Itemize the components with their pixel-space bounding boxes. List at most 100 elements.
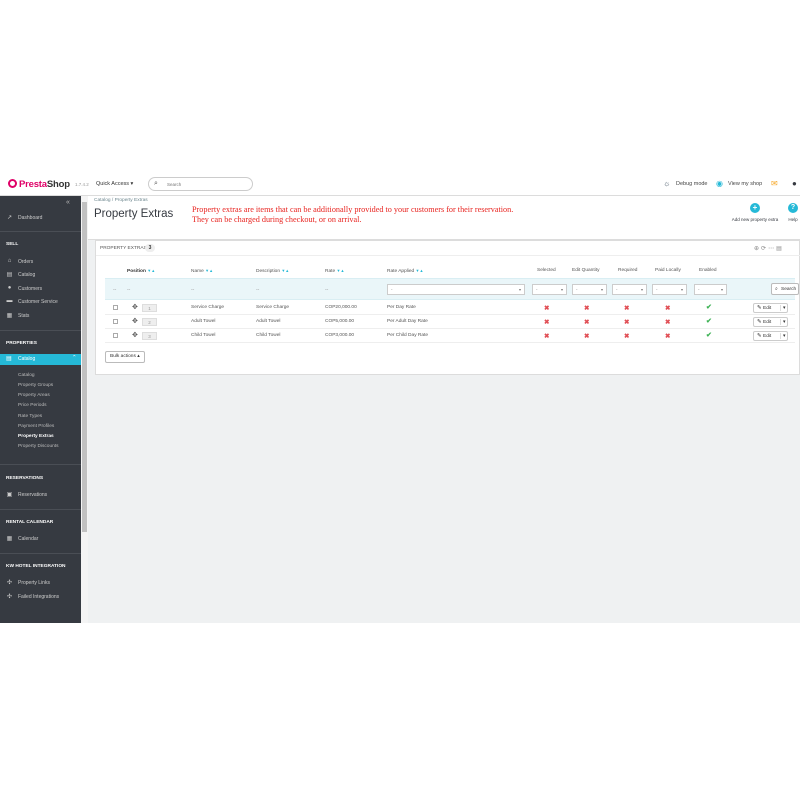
disabled-x-icon[interactable]: ✖ [544,318,549,326]
row-checkbox[interactable] [113,319,118,324]
table-row[interactable]: ✥ 2 Adult Towel Adult Towel COP5,000.00 … [105,315,795,329]
selected-filter[interactable]: - ▾ [532,284,567,295]
required-filter[interactable]: - ▾ [612,284,647,295]
description-cell: Child Towel [256,333,281,338]
disabled-x-icon[interactable]: ✖ [624,304,629,312]
disabled-x-icon[interactable]: ✖ [544,332,549,340]
puzzle-icon: ✣ [6,580,13,586]
enabled-check-icon[interactable]: ✔ [706,317,712,325]
submenu-rate-types[interactable]: Rate Types [18,414,42,419]
chevron-up-icon: ⌃ [72,355,77,361]
col-edit-quantity: Edit Quantity [572,268,600,273]
sidebar-item-customer-service[interactable]: ▬ Customer Service [0,297,81,307]
row-checkbox[interactable] [113,305,118,310]
rate-applied-filter[interactable]: - ▾ [387,284,525,295]
submenu-payment-profiles[interactable]: Payment Profiles [18,424,54,429]
col-rate-applied[interactable]: Rate Applied ▼▲ [387,268,423,274]
version-label: 1.7.4.2 [75,182,89,187]
page-toolbar: Catalog / Property Extras Property Extra… [88,196,800,240]
eye-icon: ◉ [716,179,723,188]
submenu-property-discounts[interactable]: Property Discounts [18,444,59,449]
sort-icon[interactable]: ▼▲ [205,268,213,273]
edit-button[interactable]: ✎ Edit ▾ [753,303,788,313]
submenu-property-extras[interactable]: Property Extras [18,434,54,439]
add-icon[interactable]: ⊕ [754,246,761,252]
edit-button[interactable]: ✎ Edit ▾ [753,331,788,341]
breadcrumb-catalog[interactable]: Catalog [94,198,111,203]
edit-button[interactable]: ✎ Edit ▾ [753,317,788,327]
disabled-x-icon[interactable]: ✖ [665,318,670,326]
sidebar-item-property-links[interactable]: ✣ Property Links [0,578,81,588]
paid-locally-filter[interactable]: - ▾ [652,284,687,295]
table-row[interactable]: ✥ 3 Child Towel Child Towel COP3,000.00 … [105,329,795,343]
scrollbar-thumb[interactable] [82,202,87,532]
quick-access-dropdown[interactable]: Quick Access ▾ [96,181,133,187]
collapse-sidebar-icon[interactable]: « [66,199,70,206]
disabled-x-icon[interactable]: ✖ [584,332,589,340]
col-position[interactable]: Position ▼▲ [127,268,155,274]
search-button[interactable]: ⌕ Search [771,283,799,295]
prestashop-logo[interactable]: PrestaShop [8,179,70,190]
sidebar-item-dashboard[interactable]: ↗ Dashboard [0,213,81,223]
edit-quantity-filter[interactable]: - ▾ [572,284,607,295]
export-icon[interactable]: ▤ [776,246,784,252]
disabled-x-icon[interactable]: ✖ [665,304,670,312]
sidebar-item-orders[interactable]: ⌂ Orders [0,257,81,267]
disabled-x-icon[interactable]: ✖ [665,332,670,340]
drag-handle-icon[interactable]: ✥ [132,317,138,325]
col-description[interactable]: Description ▼▲ [256,268,289,274]
header-search[interactable]: ⌕ [148,177,253,191]
submenu-property-areas[interactable]: Property Areas [18,393,50,398]
drag-handle-icon[interactable]: ✥ [132,331,138,339]
row-checkbox[interactable] [113,333,118,338]
sidebar-item-stats[interactable]: ▦ Stats [0,311,81,321]
sidebar-scrollbar[interactable] [81,196,88,623]
col-name[interactable]: Name ▼▲ [191,268,213,274]
rate-applied-cell: Per Day Rate [387,305,416,310]
add-new-property-extra-button[interactable]: + Add new property extra [726,203,784,227]
view-shop-link[interactable]: View my shop [728,181,762,187]
enabled-filter[interactable]: - ▾ [694,284,727,295]
submenu-price-periods[interactable]: Price Periods [18,403,47,408]
caret-down-icon[interactable]: ▾ [780,319,786,325]
sidebar-item-failed-integrations[interactable]: ✣ Failed Integrations [0,592,81,602]
caret-down-icon[interactable]: ▾ [780,333,786,339]
sort-icon[interactable]: ▼▲ [416,268,424,273]
sql-icon[interactable]: ⋯ [768,246,776,252]
debug-mode-link[interactable]: Debug mode [676,181,708,187]
sort-icon[interactable]: ▼▲ [147,268,155,273]
submenu-property-groups[interactable]: Property Groups [18,383,53,388]
notifications-icon[interactable]: ✉ [771,179,778,188]
sidebar-item-catalog[interactable]: ▤ Catalog [0,270,81,280]
drag-handle-icon[interactable]: ✥ [132,303,138,311]
disabled-x-icon[interactable]: ✖ [584,318,589,326]
sidebar-item-reservations[interactable]: ▣ Reservations [0,490,81,500]
info-note: Property extras are items that can be ad… [192,205,514,224]
disabled-x-icon[interactable]: ✖ [544,304,549,312]
enabled-check-icon[interactable]: ✔ [706,303,712,311]
help-button[interactable]: ? Help [786,203,800,227]
bulk-actions-button[interactable]: Bulk actions ▴ [105,351,145,363]
table-row[interactable]: ✥ 1 Service Charge Service Charge COP20,… [105,301,795,315]
disabled-x-icon[interactable]: ✖ [584,304,589,312]
rate-cell: COP3,000.00 [325,333,355,338]
disabled-x-icon[interactable]: ✖ [624,332,629,340]
search-input[interactable] [167,180,247,188]
sort-icon[interactable]: ▼▲ [281,268,289,273]
rate-applied-cell: Per Child Day Rate [387,333,429,338]
refresh-icon[interactable]: ⟳ [761,246,768,252]
sidebar-item-calendar[interactable]: ▦ Calendar [0,534,81,544]
sidebar-item-customers[interactable]: ● Customers [0,284,81,294]
sort-icon[interactable]: ▼▲ [336,268,344,273]
panel-heading: PROPERTY EXTRAS 3 ⊕⟳⋯▤ [96,241,800,256]
col-rate[interactable]: Rate ▼▲ [325,268,344,274]
sidebar: « ↗ Dashboard SELL ⌂ Orders ▤ Catalog ● … [0,196,81,623]
pencil-icon: ✎ [757,319,762,325]
pencil-icon: ✎ [757,305,762,311]
account-icon[interactable]: ● [792,179,797,188]
caret-down-icon[interactable]: ▾ [780,305,786,311]
enabled-check-icon[interactable]: ✔ [706,331,712,339]
sidebar-item-catalog-active[interactable]: ▤ Catalog ⌃ [0,354,81,365]
disabled-x-icon[interactable]: ✖ [624,318,629,326]
submenu-catalog[interactable]: Catalog [18,373,35,378]
